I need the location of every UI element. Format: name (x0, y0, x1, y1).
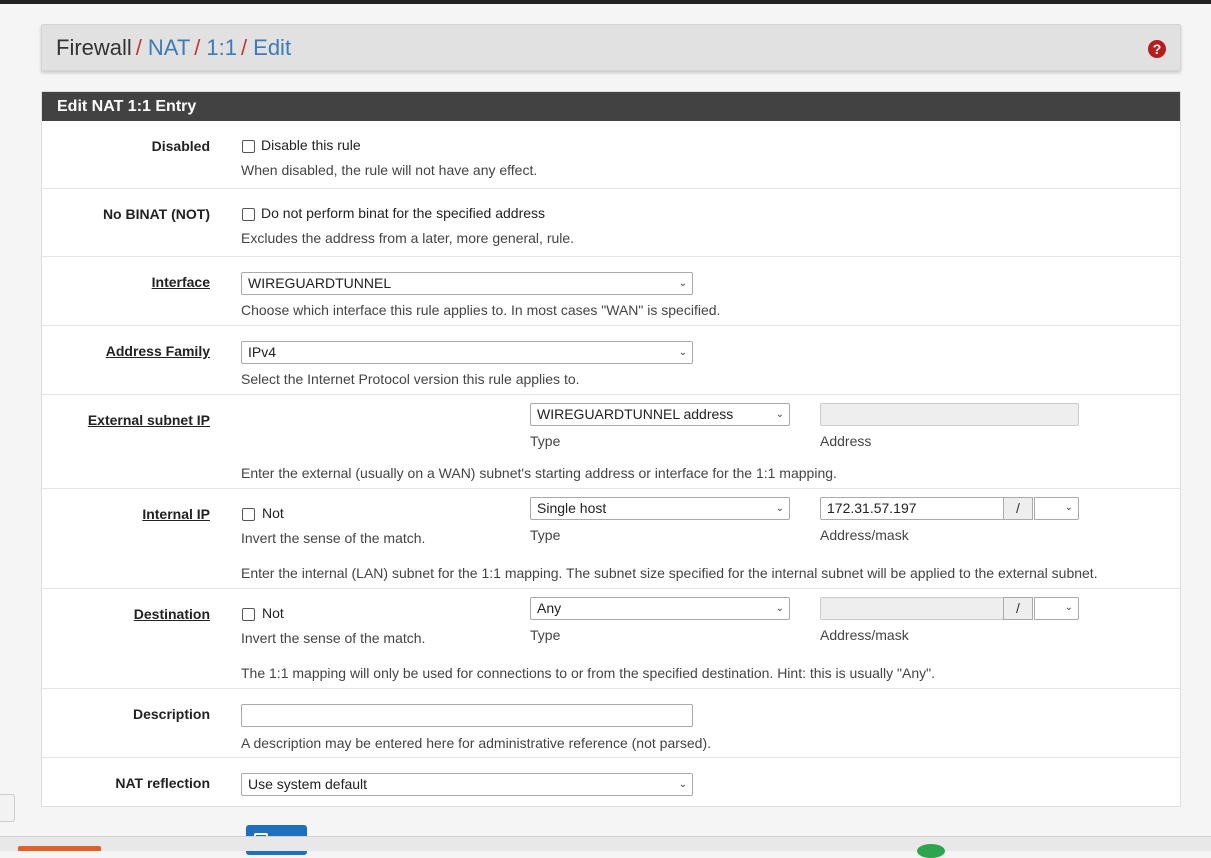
destination-type-select[interactable]: Any ⌄ (530, 597, 790, 620)
external-type-select-value: WIREGUARDTUNNEL address (537, 406, 734, 422)
chevron-down-icon: ⌄ (678, 779, 687, 790)
disabled-help: When disabled, the rule will not have an… (241, 162, 538, 178)
internal-type-select[interactable]: Single host ⌄ (530, 497, 790, 520)
chevron-down-icon: ⌄ (678, 278, 687, 289)
edit-panel: Edit NAT 1:1 Entry Disabled Disable this… (41, 91, 1181, 807)
interface-select-value: WIREGUARDTUNNEL (248, 275, 392, 291)
breadcrumb-separator: / (241, 35, 248, 60)
destination-type-select-value: Any (537, 600, 562, 616)
address-family-select-value: IPv4 (248, 344, 277, 360)
breadcrumb-1to1-link[interactable]: 1:1 (206, 35, 237, 60)
interface-help: Choose which interface this rule applies… (241, 302, 721, 318)
internal-not-checkbox[interactable] (242, 508, 255, 521)
breadcrumb-separator: / (135, 35, 142, 60)
chevron-down-icon: ⌄ (1064, 602, 1073, 613)
external-address-sublabel: Address (820, 433, 872, 449)
disable-rule-checkbox-label[interactable]: Disable this rule (261, 137, 361, 153)
internal-address-input[interactable]: 172.31.57.197 (820, 497, 1004, 520)
breadcrumb-bar: Firewall / NAT/1:1/Edit ? (41, 24, 1181, 71)
side-tab[interactable] (0, 794, 15, 822)
description-input[interactable] (241, 704, 693, 727)
destination-mask-separator: / (1003, 597, 1033, 620)
external-subnet-row: External subnet IP WIREGUARDTUNNEL addre… (42, 395, 1180, 489)
internal-ip-label[interactable]: Internal IP (142, 506, 210, 522)
chevron-down-icon: ⌄ (775, 409, 784, 420)
address-family-help: Select the Internet Protocol version thi… (241, 371, 580, 387)
interface-label[interactable]: Interface (152, 274, 210, 290)
destination-invert-help: Invert the sense of the match. (241, 630, 426, 646)
internal-address-sublabel: Address/mask (820, 527, 909, 543)
address-family-select[interactable]: IPv4 ⌄ (241, 341, 693, 364)
internal-not-label[interactable]: Not (262, 505, 284, 521)
description-help: A description may be entered here for ad… (241, 735, 712, 751)
internal-type-select-value: Single host (537, 500, 607, 516)
breadcrumb-edit-link[interactable]: Edit (253, 35, 291, 60)
internal-ip-row: Internal IP Not Invert the sense of the … (42, 489, 1180, 589)
destination-row: Destination Not Invert the sense of the … (42, 589, 1180, 689)
status-indicator-icon (917, 844, 945, 858)
destination-mask-select[interactable]: ⌄ (1034, 597, 1079, 620)
external-address-input (820, 403, 1079, 426)
breadcrumb-firewall: Firewall (56, 35, 132, 60)
disabled-label: Disabled (151, 138, 210, 154)
top-bar (0, 0, 1211, 4)
chevron-down-icon: ⌄ (678, 347, 687, 358)
destination-label[interactable]: Destination (134, 606, 210, 622)
destination-address-input (820, 597, 1004, 620)
disable-rule-checkbox[interactable] (242, 140, 255, 153)
address-family-row: Address Family IPv4 ⌄ Select the Interne… (42, 326, 1180, 395)
bottom-bar (0, 836, 1211, 851)
internal-mask-select[interactable]: ⌄ (1034, 497, 1079, 520)
chevron-down-icon: ⌄ (1064, 502, 1073, 513)
breadcrumb: Firewall / NAT/1:1/Edit (56, 35, 291, 61)
panel-title: Edit NAT 1:1 Entry (42, 92, 1180, 121)
chevron-down-icon: ⌄ (775, 503, 784, 514)
interface-select[interactable]: WIREGUARDTUNNEL ⌄ (241, 272, 693, 295)
internal-type-sublabel: Type (530, 527, 561, 543)
address-family-label[interactable]: Address Family (106, 343, 210, 359)
internal-ip-help: Enter the internal (LAN) subnet for the … (241, 565, 1098, 581)
nobinat-label: No BINAT (NOT) (102, 206, 210, 222)
external-subnet-label[interactable]: External subnet IP (88, 412, 210, 428)
bottom-bar-accent (18, 846, 101, 851)
question-circle-icon[interactable]: ? (1148, 40, 1166, 58)
description-row: Description A description may be entered… (42, 689, 1180, 758)
internal-invert-help: Invert the sense of the match. (241, 530, 426, 546)
destination-type-sublabel: Type (530, 627, 561, 643)
nat-reflection-select-value: Use system default (248, 776, 368, 792)
disabled-row: Disabled Disable this rule When disabled… (42, 121, 1180, 189)
interface-row: Interface WIREGUARDTUNNEL ⌄ Choose which… (42, 257, 1180, 326)
destination-not-checkbox[interactable] (242, 608, 255, 621)
nobinat-row: No BINAT (NOT) Do not perform binat for … (42, 189, 1180, 257)
breadcrumb-separator: / (194, 35, 201, 60)
chevron-down-icon: ⌄ (775, 603, 784, 614)
destination-help: The 1:1 mapping will only be used for co… (241, 665, 935, 681)
breadcrumb-nat-link[interactable]: NAT (148, 35, 190, 60)
destination-not-label[interactable]: Not (262, 605, 284, 621)
nat-reflection-select[interactable]: Use system default ⌄ (241, 773, 693, 796)
external-type-sublabel: Type (530, 433, 561, 449)
internal-mask-separator: / (1003, 497, 1033, 520)
nobinat-checkbox-label[interactable]: Do not perform binat for the specified a… (261, 205, 545, 221)
destination-address-sublabel: Address/mask (820, 627, 909, 643)
external-type-select[interactable]: WIREGUARDTUNNEL address ⌄ (530, 403, 790, 426)
nobinat-help: Excludes the address from a later, more … (241, 230, 575, 246)
nat-reflection-label: NAT reflection (115, 775, 210, 791)
nobinat-checkbox[interactable] (242, 208, 255, 221)
description-label: Description (132, 706, 210, 722)
nat-reflection-row: NAT reflection Use system default ⌄ (42, 758, 1180, 808)
external-subnet-help: Enter the external (usually on a WAN) su… (241, 465, 837, 481)
